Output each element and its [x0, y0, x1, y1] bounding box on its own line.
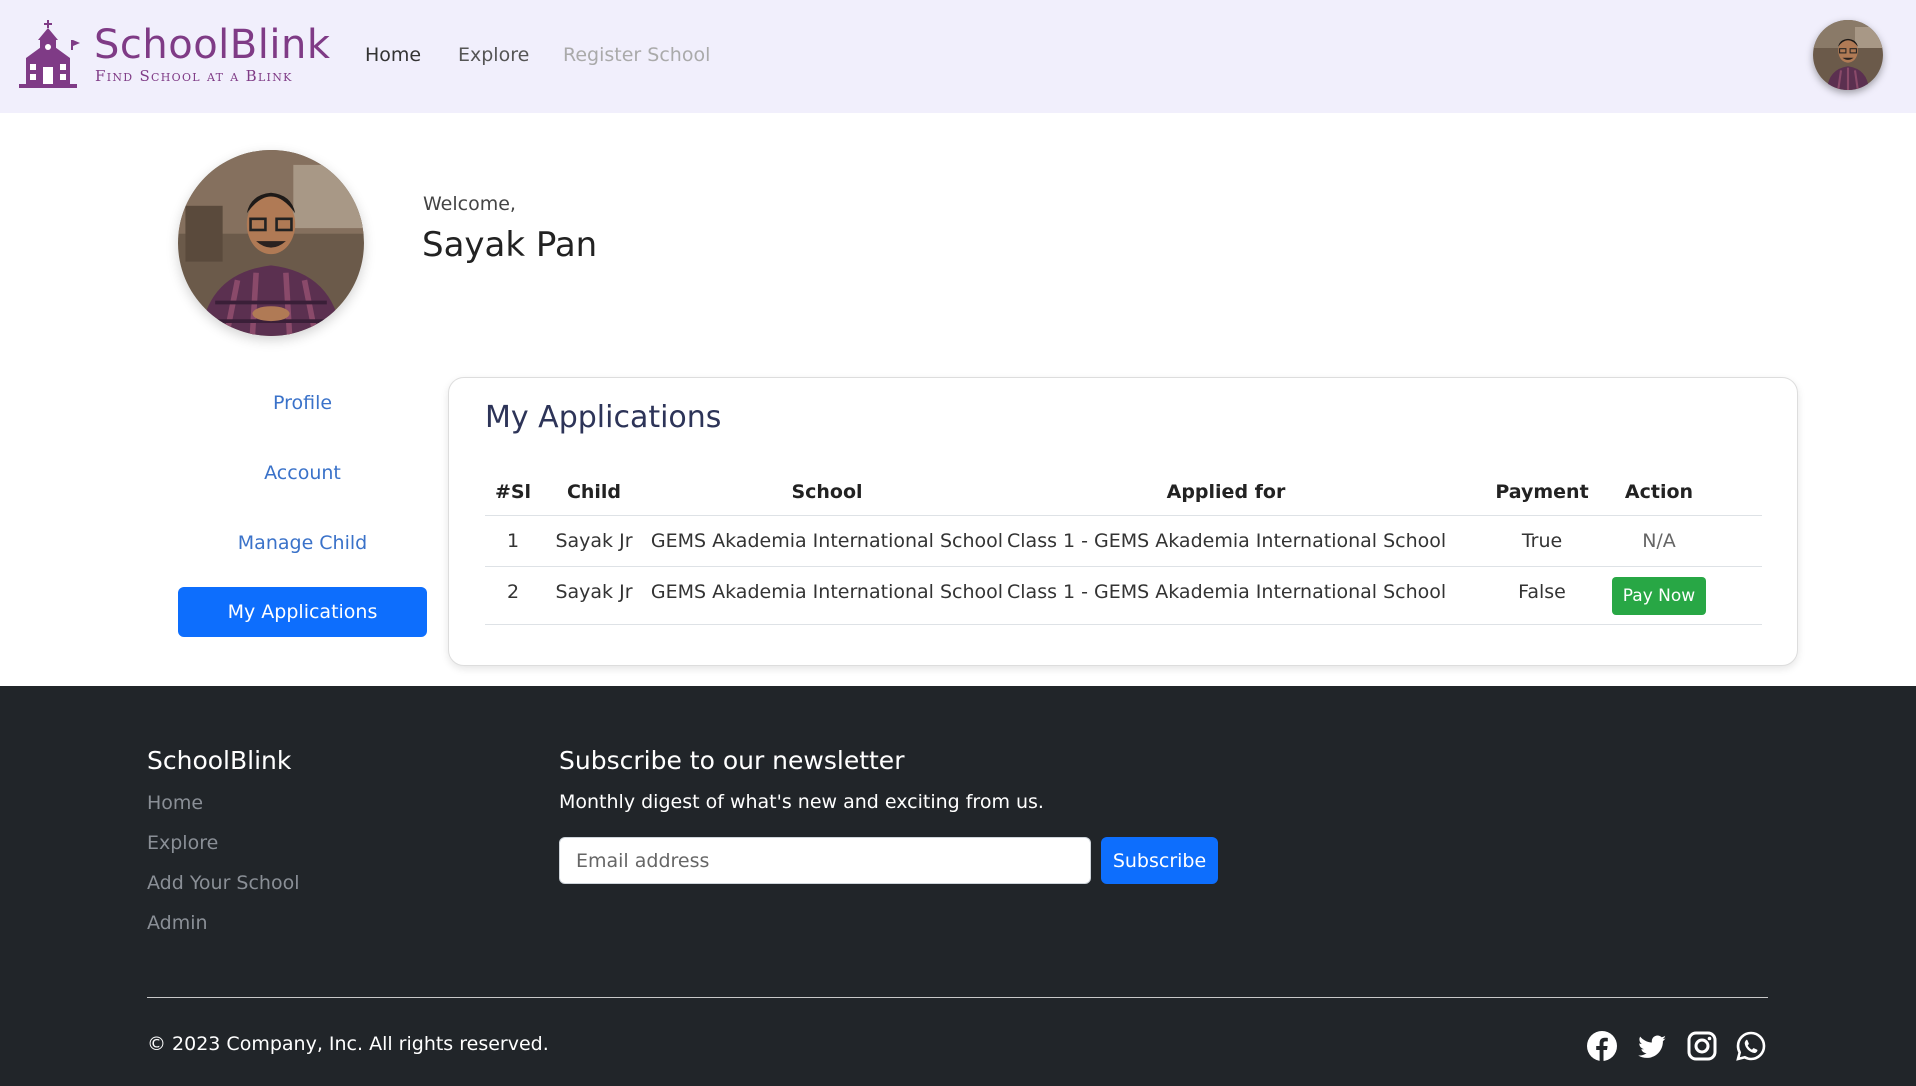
facebook-icon-glyph	[1587, 1031, 1617, 1061]
subscribe-button[interactable]: Subscribe	[1101, 837, 1218, 884]
newsletter-email-input[interactable]	[559, 837, 1091, 884]
newsletter-title: Subscribe to our newsletter	[559, 746, 905, 775]
site-logo[interactable]: SchoolBlink Find School at a Blink	[18, 20, 331, 90]
footer-link-add-your-school[interactable]: Add Your School	[147, 872, 300, 894]
user-avatar[interactable]	[1813, 20, 1883, 90]
newsletter-description: Monthly digest of what's new and excitin…	[559, 791, 1044, 813]
nav-explore-link[interactable]: Explore	[458, 44, 529, 66]
sidebar-item-profile[interactable]: Profile	[178, 392, 427, 414]
whatsapp-icon[interactable]	[1735, 1030, 1767, 1062]
cell-sl: 2	[506, 581, 520, 603]
footer-brand: SchoolBlink	[147, 746, 292, 775]
cell-child: Sayak Jr	[555, 530, 633, 552]
column-header-payment: Payment	[1495, 481, 1589, 503]
cell-payment: True	[1521, 530, 1563, 552]
footer-link-admin[interactable]: Admin	[147, 912, 208, 934]
sidebar-item-account[interactable]: Account	[178, 462, 427, 484]
cell-applied-for: Class 1 - GEMS Akademia International Sc…	[1007, 581, 1447, 603]
twitter-icon[interactable]	[1636, 1030, 1668, 1062]
column-header-action: Action	[1624, 481, 1694, 503]
cell-action: N/A	[1642, 530, 1676, 552]
top-navbar: SchoolBlink Find School at a Blink Home …	[0, 0, 1916, 113]
applications-table: #Sl Child School Applied for Payment Act…	[485, 466, 1762, 625]
table-row: 2 Sayak Jr GEMS Akademia International S…	[485, 567, 1762, 625]
cell-child: Sayak Jr	[555, 581, 633, 603]
nav-home-link[interactable]: Home	[365, 44, 421, 66]
profile-photo	[178, 150, 364, 336]
whatsapp-icon-glyph	[1736, 1031, 1766, 1061]
user-name: Sayak Pan	[422, 225, 598, 265]
table-header-row: #Sl Child School Applied for Payment Act…	[485, 466, 1762, 516]
cell-applied-for: Class 1 - GEMS Akademia International Sc…	[1007, 530, 1447, 552]
applications-card: My Applications #Sl Child School Applied…	[448, 377, 1798, 666]
nav-register-school-link[interactable]: Register School	[563, 44, 710, 66]
column-header-sl: #Sl	[494, 481, 532, 503]
schoolhouse-icon	[19, 20, 80, 88]
cell-payment: False	[1518, 581, 1566, 603]
cell-school: GEMS Akademia International School	[650, 530, 1004, 552]
cell-school: GEMS Akademia International School	[650, 581, 1004, 603]
profile-photo-image	[178, 150, 364, 336]
instagram-icon-glyph	[1687, 1031, 1717, 1061]
pay-now-button[interactable]: Pay Now	[1611, 577, 1707, 615]
cell-sl: 1	[506, 530, 520, 552]
logo-title: SchoolBlink	[94, 22, 331, 68]
instagram-icon[interactable]	[1686, 1030, 1718, 1062]
welcome-label: Welcome,	[423, 193, 516, 215]
copyright-text: © 2023 Company, Inc. All rights reserved…	[147, 1033, 549, 1055]
footer-divider	[147, 997, 1768, 998]
footer-link-home[interactable]: Home	[147, 792, 203, 814]
site-footer: SchoolBlink Home Explore Add Your School…	[0, 686, 1916, 1086]
column-header-school: School	[791, 481, 863, 503]
sidebar-item-my-applications[interactable]: My Applications	[178, 587, 427, 637]
cell-action: Pay Now	[1599, 567, 1719, 618]
logo-tagline: Find School at a Blink	[95, 67, 293, 85]
table-row: 1 Sayak Jr GEMS Akademia International S…	[485, 516, 1762, 567]
column-header-applied-for: Applied for	[1166, 481, 1286, 503]
avatar-photo	[1813, 20, 1883, 90]
column-header-child: Child	[566, 481, 622, 503]
applications-title: My Applications	[485, 400, 722, 435]
sidebar-item-manage-child[interactable]: Manage Child	[178, 532, 427, 554]
twitter-icon-glyph	[1638, 1035, 1666, 1058]
footer-link-explore[interactable]: Explore	[147, 832, 218, 854]
facebook-icon[interactable]	[1586, 1030, 1618, 1062]
